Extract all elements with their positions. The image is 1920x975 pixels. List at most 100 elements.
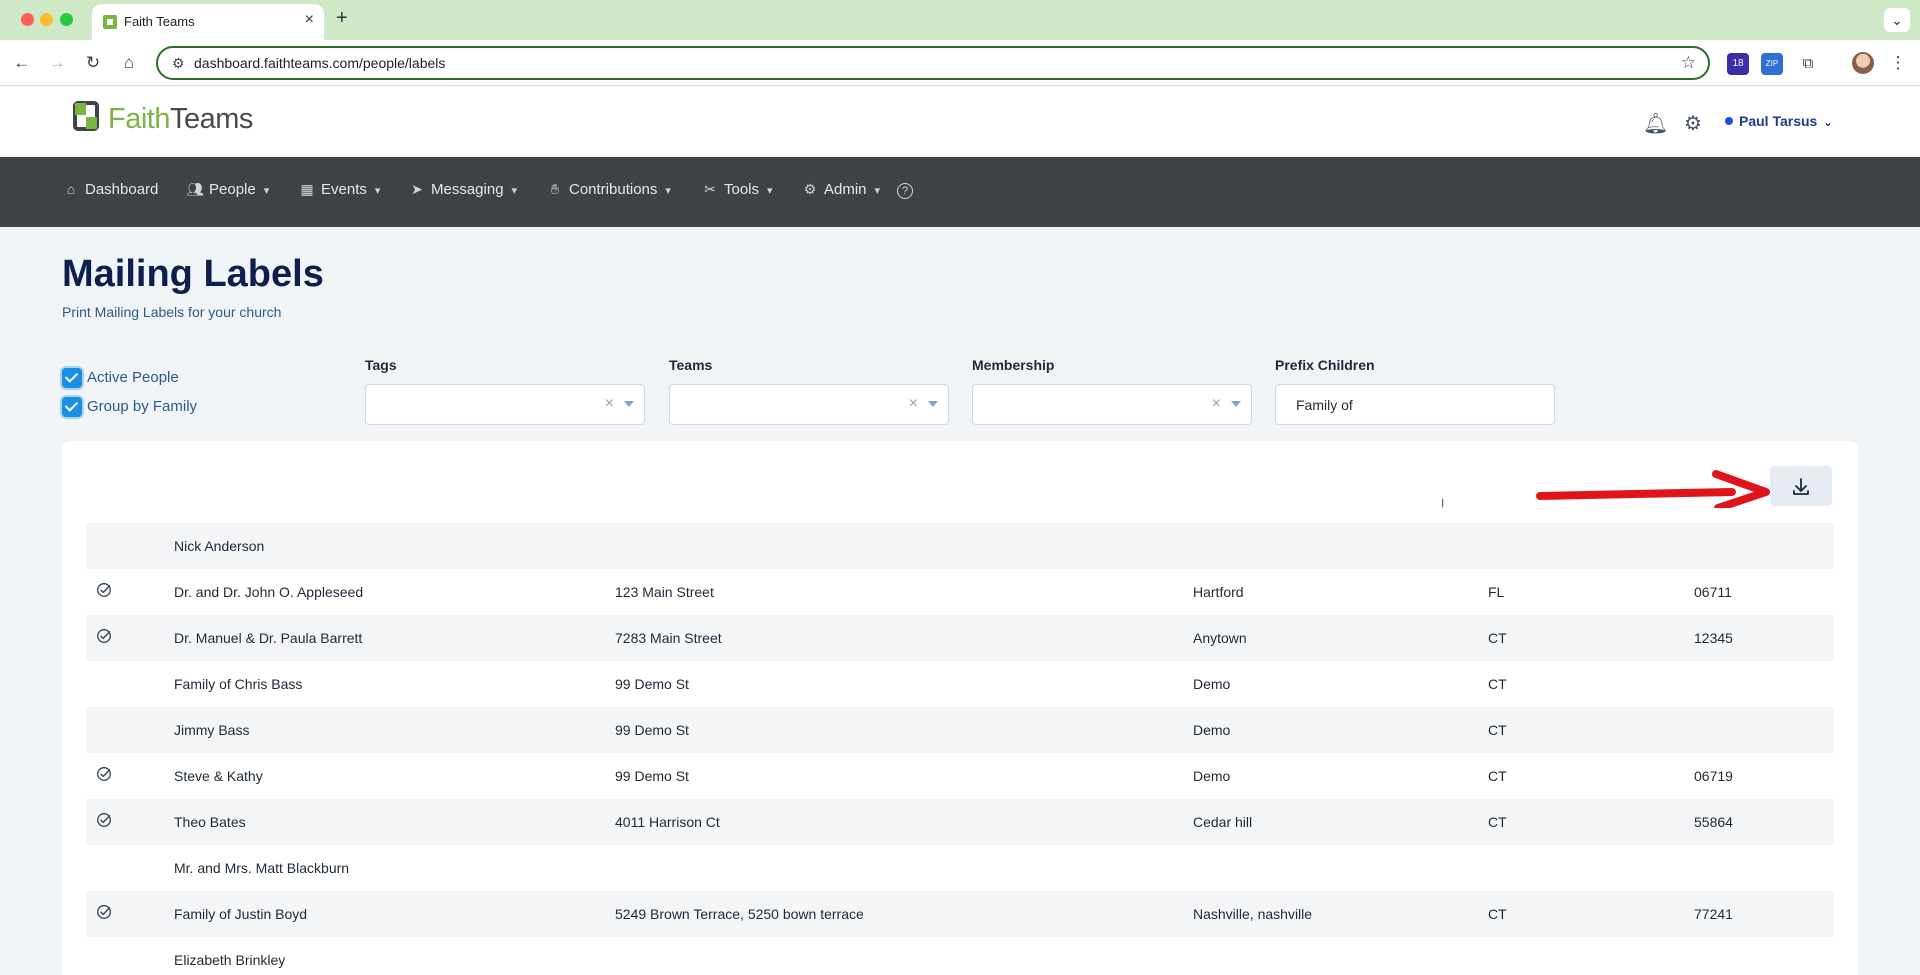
name-cell: Family of Chris Bass (174, 676, 303, 692)
labels-table: Nick Anderson Dr. and Dr. John O. Applese… (86, 523, 1834, 975)
state-cell: CT (1488, 906, 1507, 922)
back-icon[interactable]: ← (10, 51, 34, 75)
check-circle-icon[interactable] (96, 812, 112, 828)
browser-profile-avatar[interactable] (1852, 52, 1874, 74)
table-row[interactable]: Steve & Kathy 99 Demo St Demo CT 06719 (86, 753, 1834, 799)
table-row[interactable]: Theo Bates 4011 Harrison Ct Cedar hill CT 55… (86, 799, 1834, 845)
extension-badge-icon[interactable]: 18 (1727, 53, 1749, 75)
city-cell: Anytown (1193, 630, 1247, 646)
home-icon: ⌂ (66, 181, 76, 197)
user-name: Paul Tarsus (1739, 113, 1818, 129)
tab-search-chevron-icon[interactable]: ⌄ (1884, 8, 1910, 32)
online-status-dot (1725, 117, 1733, 125)
address-bar[interactable]: ⚙ dashboard.faithteams.com/people/labels… (156, 46, 1710, 80)
user-menu[interactable]: Paul Tarsus ⌄ (1725, 113, 1833, 129)
chevron-down-icon: ▾ (374, 185, 381, 197)
close-window-button[interactable] (21, 13, 34, 26)
hand-coin-icon: ✋︎ (551, 181, 559, 197)
people-icon: 👥︎ (186, 181, 204, 197)
dropdown-arrow-icon[interactable] (1231, 401, 1241, 407)
paper-plane-icon: ➤ (411, 181, 423, 197)
check-circle-icon[interactable] (96, 904, 112, 920)
notifications-bell-icon[interactable]: 🔔︎ (1643, 111, 1668, 136)
teams-select[interactable]: × (669, 384, 949, 425)
table-row[interactable]: Family of Justin Boyd 5249 Brown Terrace,… (86, 891, 1834, 937)
table-row[interactable]: Elizabeth Brinkley (86, 937, 1834, 975)
nav-admin[interactable]: ⚙ Admin ▾ (801, 181, 880, 198)
table-row[interactable]: Dr. and Dr. John O. Appleseed 123 Main St… (86, 569, 1834, 615)
url-text: dashboard.faithteams.com/people/labels (194, 55, 446, 71)
tags-select[interactable]: × (365, 384, 645, 425)
browser-tab[interactable]: Faith Teams × (92, 4, 324, 40)
address-cell: 99 Demo St (615, 676, 689, 692)
name-cell: Elizabeth Brinkley (174, 952, 286, 968)
chevron-down-icon: ▾ (511, 185, 518, 197)
state-cell: CT (1488, 676, 1507, 692)
clear-icon[interactable]: × (909, 395, 918, 413)
settings-gear-icon[interactable]: ⚙ (1684, 111, 1702, 136)
tab-title: Faith Teams (124, 14, 195, 29)
site-info-icon[interactable]: ⚙ (172, 55, 185, 72)
city-cell: Cedar hill (1193, 814, 1253, 830)
membership-select[interactable]: × (972, 384, 1252, 425)
faithteams-logo-icon[interactable] (73, 101, 99, 131)
name-cell: Jimmy Bass (174, 722, 250, 738)
nav-dashboard[interactable]: ⌂ Dashboard (62, 181, 159, 198)
nav-people[interactable]: 👥︎ People ▾ (186, 181, 269, 198)
gear-icon: ⚙ (803, 181, 817, 197)
new-tab-icon[interactable]: + (336, 8, 348, 28)
clear-icon[interactable]: × (605, 395, 614, 413)
help-icon[interactable]: ? (897, 181, 918, 199)
chevron-down-icon: ▾ (767, 185, 773, 197)
bookmark-star-icon[interactable]: ☆ (1681, 53, 1696, 73)
brand-name[interactable]: FaithTeams (108, 103, 253, 136)
check-circle-icon[interactable] (96, 628, 112, 644)
minimize-window-button[interactable] (40, 13, 53, 26)
dropdown-arrow-icon[interactable] (928, 401, 938, 407)
home-browser-icon[interactable]: ⌂ (117, 51, 141, 75)
nav-contributions[interactable]: ✋︎ Contributions ▾ (546, 181, 671, 198)
table-row[interactable]: Jimmy Bass 99 Demo St Demo CT (86, 707, 1834, 753)
teams-label: Teams (669, 357, 713, 373)
active-people-checkbox[interactable] (62, 368, 82, 388)
nav-messaging[interactable]: ➤ Messaging ▾ (408, 181, 517, 198)
check-circle-icon[interactable] (96, 766, 112, 782)
chevron-down-icon: ▾ (263, 185, 270, 197)
clear-icon[interactable]: × (1212, 395, 1221, 413)
check-circle-icon[interactable] (96, 582, 112, 598)
reload-icon[interactable]: ↻ (81, 51, 105, 75)
group-by-family-label[interactable]: Group by Family (87, 398, 197, 415)
app-header: FaithTeams 🔔︎ ⚙ Paul Tarsus ⌄ (0, 87, 1920, 157)
dropdown-arrow-icon[interactable] (624, 401, 634, 407)
address-cell: 5249 Brown Terrace, 5250 bown terrace (615, 906, 864, 922)
nav-events[interactable]: ▦ Events ▾ (298, 181, 380, 198)
name-cell: Nick Anderson (174, 538, 265, 554)
browser-menu-icon[interactable]: ⋮ (1886, 51, 1910, 75)
city-cell: Hartford (1193, 584, 1244, 600)
name-cell: Dr. and Dr. John O. Appleseed (174, 584, 364, 600)
zip-extension-icon[interactable]: ZIP (1761, 53, 1783, 75)
tab-close-icon[interactable]: × (305, 12, 314, 28)
prefix-children-input[interactable] (1275, 384, 1555, 425)
page-title: Mailing Labels (62, 253, 324, 295)
membership-label: Membership (972, 357, 1055, 373)
active-people-label[interactable]: Active People (87, 369, 179, 386)
table-row[interactable]: Mr. and Mrs. Matt Blackburn (86, 845, 1834, 891)
prefix-children-label: Prefix Children (1275, 357, 1375, 373)
city-cell: Nashville, nashville (1193, 906, 1313, 922)
zip-cell: 06711 (1694, 584, 1732, 600)
nav-tools[interactable]: ✂ Tools ▾ (701, 181, 773, 198)
table-row[interactable]: Nick Anderson (86, 523, 1834, 569)
page-subtitle: Print Mailing Labels for your church (62, 304, 282, 320)
zoom-window-button[interactable] (60, 13, 73, 26)
extensions-puzzle-icon[interactable]: ⧉ (1797, 53, 1819, 75)
download-icon (1793, 478, 1809, 495)
browser-toolbar: ← → ↻ ⌂ ⚙ dashboard.faithteams.com/peopl… (0, 40, 1920, 86)
table-row[interactable]: Dr. Manuel & Dr. Paula Barrett 7283 Main … (86, 615, 1834, 661)
zip-cell: 77241 (1694, 906, 1733, 922)
forward-icon[interactable]: → (45, 51, 69, 75)
zip-cell: 55864 (1694, 814, 1733, 830)
table-row[interactable]: Family of Chris Bass 99 Demo St Demo CT (86, 661, 1834, 707)
download-button[interactable] (1770, 466, 1832, 506)
group-by-family-checkbox[interactable] (62, 397, 82, 417)
